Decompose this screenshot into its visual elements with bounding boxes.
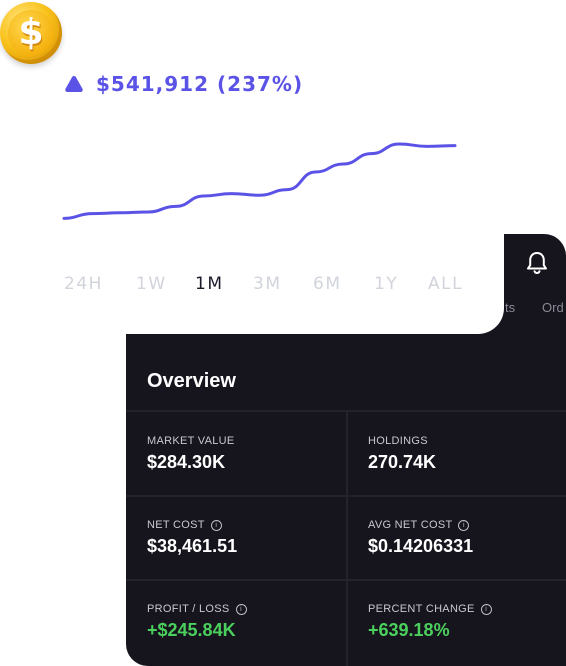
portfolio-headline: $541,912 (237%) bbox=[64, 70, 303, 98]
info-icon[interactable]: i bbox=[480, 603, 492, 615]
range-all[interactable]: ALL bbox=[428, 274, 463, 294]
divider bbox=[346, 412, 348, 666]
info-icon[interactable]: i bbox=[235, 603, 247, 615]
info-icon[interactable]: i bbox=[458, 519, 470, 531]
tab-peek-2[interactable]: Ord bbox=[542, 300, 564, 315]
stat-percent-change: PERCENT CHANGE i +639.18% bbox=[368, 603, 492, 641]
overview-title: Overview bbox=[147, 370, 236, 392]
stat-value: 270.74K bbox=[368, 452, 437, 472]
stat-label: NET COST bbox=[147, 519, 205, 531]
bell-icon[interactable] bbox=[524, 250, 550, 276]
range-24h[interactable]: 24H bbox=[64, 274, 103, 294]
range-1m[interactable]: 1M bbox=[195, 274, 223, 294]
time-range-selector: 24H 1W 1M 3M 6M 1Y ALL bbox=[64, 274, 474, 298]
stat-net-cost: NET COST i $38,461.51 bbox=[147, 519, 237, 557]
stat-profit-loss: PROFIT / LOSS i +$245.84K bbox=[147, 603, 247, 641]
series-line bbox=[62, 142, 457, 220]
tab-peek-1[interactable]: ts bbox=[505, 300, 515, 315]
stat-avg-net-cost: AVG NET COST i $0.14206331 bbox=[368, 519, 473, 557]
triangle-up-icon bbox=[65, 76, 83, 92]
stat-value: +$245.84K bbox=[147, 620, 236, 640]
stat-label: MARKET VALUE bbox=[147, 435, 235, 447]
range-1w[interactable]: 1W bbox=[136, 274, 167, 294]
portfolio-change-percent: (237%) bbox=[217, 72, 304, 96]
info-icon[interactable]: i bbox=[210, 519, 222, 531]
stat-value: $38,461.51 bbox=[147, 536, 238, 556]
range-1y[interactable]: 1Y bbox=[374, 274, 398, 294]
stat-label: AVG NET COST bbox=[368, 519, 453, 531]
stat-holdings: HOLDINGS 270.74K bbox=[368, 435, 436, 473]
stat-label: HOLDINGS bbox=[368, 435, 428, 447]
portfolio-value: $541,912 bbox=[96, 72, 210, 96]
range-6m[interactable]: 6M bbox=[313, 274, 341, 294]
stat-market-value: MARKET VALUE $284.30K bbox=[147, 435, 235, 473]
stat-label: PROFIT / LOSS bbox=[147, 603, 230, 615]
dollar-coin-icon: $ bbox=[0, 2, 62, 64]
range-3m[interactable]: 3M bbox=[253, 274, 281, 294]
stat-value: $0.14206331 bbox=[368, 536, 474, 556]
stat-label: PERCENT CHANGE bbox=[368, 603, 475, 615]
stat-value: +639.18% bbox=[368, 620, 450, 640]
stat-value: $284.30K bbox=[147, 452, 226, 472]
price-line-chart bbox=[62, 142, 457, 220]
